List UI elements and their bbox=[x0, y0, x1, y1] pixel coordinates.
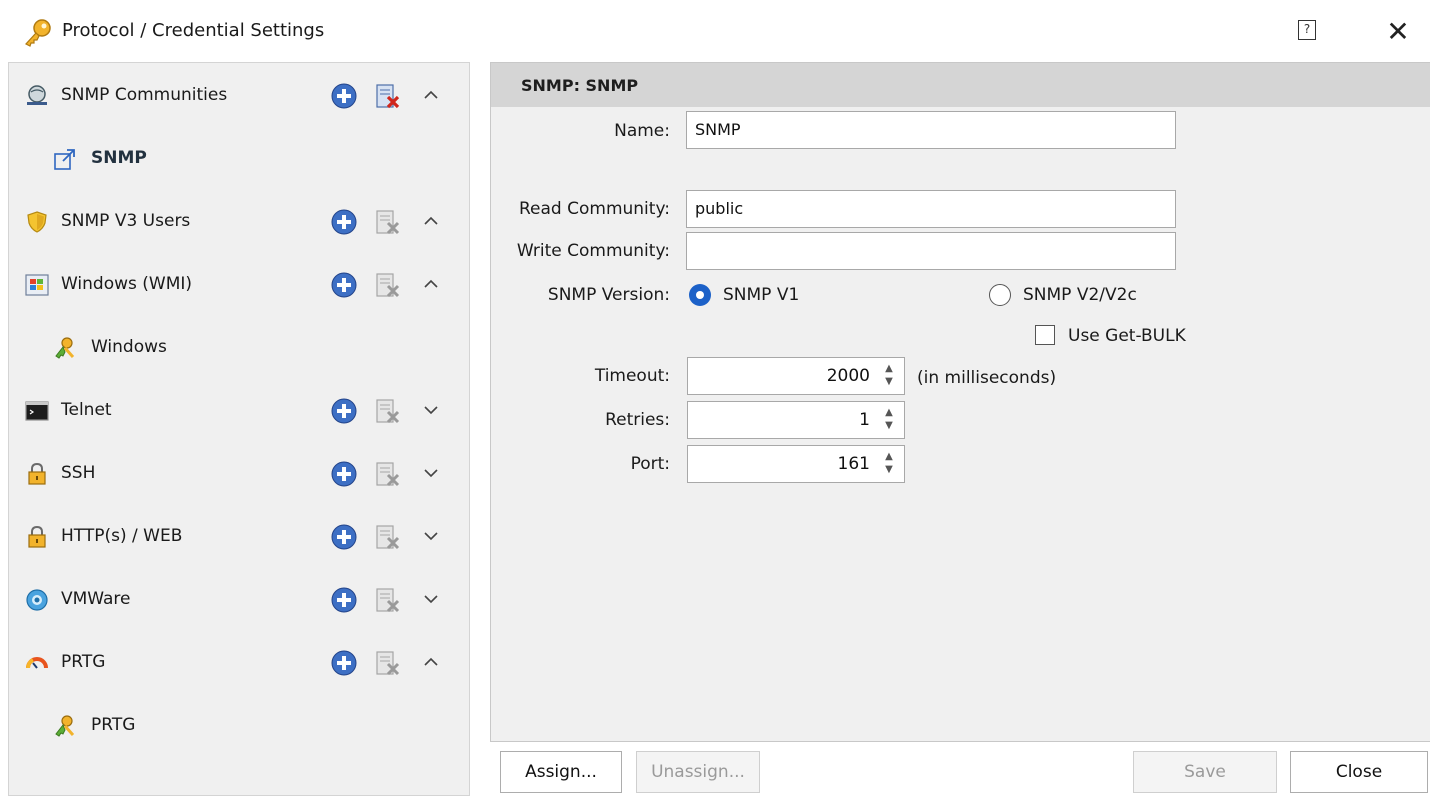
network-computer-icon bbox=[27, 85, 47, 105]
snmp-v2-radio[interactable] bbox=[989, 284, 1011, 306]
chevron-down-icon[interactable] bbox=[419, 398, 443, 422]
vmware-icon bbox=[26, 589, 48, 611]
section-header: SNMP: SNMP bbox=[491, 63, 1430, 107]
section-title: SNMP: SNMP bbox=[521, 76, 639, 95]
tree-item-http-web[interactable]: HTTP(s) / WEB bbox=[9, 517, 469, 557]
assign-button[interactable]: Assign... bbox=[500, 751, 622, 793]
credential-detail-pane: SNMP: SNMP Name: SNMP Read Community: pu… bbox=[490, 62, 1430, 742]
tree-item-prtg[interactable]: PRTG bbox=[9, 643, 469, 683]
tree-label: SNMP bbox=[91, 148, 147, 168]
user-key-icon bbox=[55, 337, 75, 359]
use-getbulk-label: Use Get-BULK bbox=[1068, 326, 1186, 346]
snmp-v1-label: SNMP V1 bbox=[723, 285, 800, 305]
lock-icon bbox=[28, 462, 46, 485]
tree-item-snmp-v3-users[interactable]: SNMP V3 Users bbox=[9, 202, 469, 242]
use-getbulk-checkbox[interactable] bbox=[1035, 325, 1055, 345]
spin-arrows-icon[interactable]: ▲ ▼ bbox=[880, 406, 898, 434]
tree-item-telnet[interactable]: Telnet bbox=[9, 391, 469, 431]
timeout-label: Timeout: bbox=[594, 366, 670, 386]
chevron-down-icon[interactable] bbox=[419, 524, 443, 548]
terminal-icon bbox=[25, 401, 49, 421]
tree-label: SNMP V3 Users bbox=[61, 211, 191, 231]
tree-label: Windows bbox=[91, 337, 167, 357]
retries-spinner[interactable]: 1 ▲ ▼ bbox=[687, 401, 905, 439]
gauge-icon bbox=[26, 657, 48, 669]
tree-label: PRTG bbox=[91, 715, 136, 735]
add-circle-icon[interactable] bbox=[331, 587, 357, 613]
delete-icon[interactable] bbox=[375, 271, 401, 299]
write-community-input[interactable] bbox=[686, 232, 1176, 270]
windows-icon bbox=[25, 274, 49, 296]
timeout-unit-label: (in milliseconds) bbox=[917, 368, 1057, 388]
title-bar: Protocol / Credential Settings ? ✕ bbox=[0, 0, 1430, 62]
add-circle-icon[interactable] bbox=[331, 209, 357, 235]
tree-label: SNMP Communities bbox=[61, 85, 228, 105]
timeout-value: 2000 bbox=[826, 366, 870, 386]
snmp-v1-radio[interactable] bbox=[689, 284, 711, 306]
port-label: Port: bbox=[630, 454, 670, 474]
delete-icon[interactable] bbox=[375, 397, 401, 425]
unassign-button[interactable]: Unassign... bbox=[636, 751, 760, 793]
add-circle-icon[interactable] bbox=[331, 461, 357, 487]
chevron-up-icon[interactable] bbox=[419, 209, 443, 233]
tree-item-ssh[interactable]: SSH bbox=[9, 454, 469, 494]
tree-item-vmware[interactable]: VMWare bbox=[9, 580, 469, 620]
delete-icon[interactable] bbox=[375, 460, 401, 488]
tree-item-snmp-communities[interactable]: SNMP Communities bbox=[9, 76, 469, 116]
read-community-input[interactable]: public bbox=[686, 190, 1176, 228]
protocol-tree-pane: SNMP Communities SNMP SNMP V3 Users Wind… bbox=[8, 62, 470, 796]
chevron-down-icon[interactable] bbox=[419, 587, 443, 611]
tree-label: HTTP(s) / WEB bbox=[61, 526, 183, 546]
retries-value: 1 bbox=[859, 410, 870, 430]
delete-icon[interactable] bbox=[375, 586, 401, 614]
read-community-label: Read Community: bbox=[519, 199, 670, 219]
tree-label: Windows (WMI) bbox=[61, 274, 193, 294]
add-circle-icon[interactable] bbox=[331, 398, 357, 424]
close-button[interactable]: Close bbox=[1290, 751, 1428, 793]
chevron-up-icon[interactable] bbox=[419, 83, 443, 107]
tree-item-snmp[interactable]: SNMP bbox=[9, 139, 469, 179]
user-key-icon bbox=[55, 715, 75, 737]
tree-item-windows-wmi[interactable]: Windows (WMI) bbox=[9, 265, 469, 305]
tree-label: SSH bbox=[61, 463, 96, 483]
shield-icon bbox=[27, 211, 47, 233]
name-input[interactable]: SNMP bbox=[686, 111, 1176, 149]
tree-label: Telnet bbox=[61, 400, 112, 420]
delete-icon[interactable] bbox=[375, 523, 401, 551]
timeout-spinner[interactable]: 2000 ▲ ▼ bbox=[687, 357, 905, 395]
chevron-down-icon[interactable] bbox=[419, 461, 443, 485]
add-circle-icon[interactable] bbox=[331, 650, 357, 676]
tree-label: VMWare bbox=[61, 589, 131, 609]
port-spinner[interactable]: 161 ▲ ▼ bbox=[687, 445, 905, 483]
window-title: Protocol / Credential Settings bbox=[62, 20, 325, 41]
snmp-version-label: SNMP Version: bbox=[547, 285, 670, 305]
snmp-v2-label: SNMP V2/V2c bbox=[1023, 285, 1137, 305]
key-icon bbox=[25, 19, 51, 47]
delete-icon[interactable] bbox=[375, 208, 401, 236]
save-button[interactable]: Save bbox=[1133, 751, 1277, 793]
name-label: Name: bbox=[614, 121, 670, 141]
external-link-icon bbox=[54, 149, 75, 170]
chevron-up-icon[interactable] bbox=[419, 650, 443, 674]
retries-label: Retries: bbox=[605, 410, 670, 430]
help-button[interactable]: ? bbox=[1298, 20, 1316, 40]
add-circle-icon[interactable] bbox=[331, 272, 357, 298]
spin-arrows-icon[interactable]: ▲ ▼ bbox=[880, 450, 898, 478]
tree-item-windows[interactable]: Windows bbox=[9, 328, 469, 368]
delete-icon[interactable] bbox=[375, 649, 401, 677]
write-community-label: Write Community: bbox=[516, 241, 670, 261]
tree-label: PRTG bbox=[61, 652, 106, 672]
lock-icon bbox=[28, 525, 46, 548]
tree-item-prtg-credential[interactable]: PRTG bbox=[9, 706, 469, 746]
delete-icon[interactable] bbox=[375, 82, 401, 110]
spin-arrows-icon[interactable]: ▲ ▼ bbox=[880, 362, 898, 390]
add-circle-icon[interactable] bbox=[331, 524, 357, 550]
add-circle-icon[interactable] bbox=[331, 83, 357, 109]
port-value: 161 bbox=[837, 454, 870, 474]
window-close-button[interactable]: ✕ bbox=[1378, 12, 1418, 52]
chevron-up-icon[interactable] bbox=[419, 272, 443, 296]
